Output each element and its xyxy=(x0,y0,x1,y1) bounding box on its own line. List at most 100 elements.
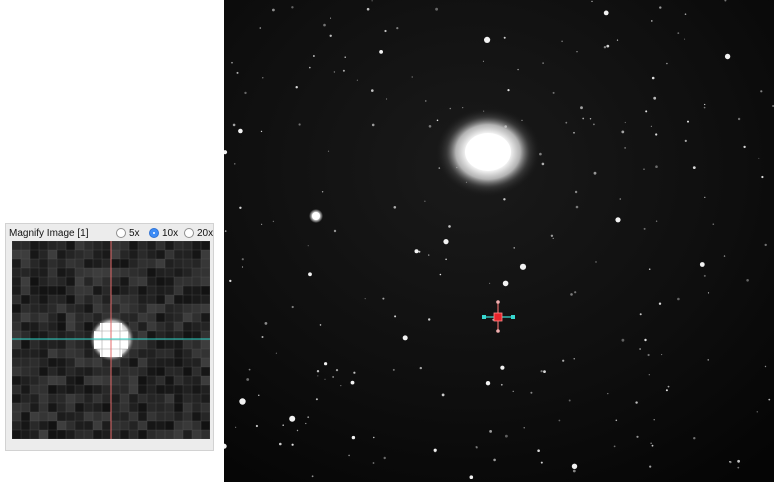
star xyxy=(425,100,427,102)
star xyxy=(316,370,320,373)
star xyxy=(692,166,696,170)
star xyxy=(436,119,439,122)
star xyxy=(272,8,275,12)
zoom-20x-label: 20x xyxy=(197,227,214,239)
star xyxy=(684,139,687,142)
star xyxy=(307,416,310,419)
star xyxy=(693,437,696,440)
star xyxy=(729,461,732,464)
star xyxy=(244,91,247,95)
star xyxy=(364,298,366,300)
star xyxy=(248,368,251,371)
star xyxy=(661,354,663,356)
star xyxy=(512,390,514,392)
star xyxy=(321,191,324,193)
star xyxy=(462,107,464,109)
star xyxy=(279,442,282,446)
star xyxy=(505,434,508,438)
star xyxy=(603,46,607,49)
sky-background xyxy=(224,0,774,482)
star xyxy=(758,157,760,159)
star xyxy=(373,436,375,439)
image-view[interactable] xyxy=(224,0,774,482)
star xyxy=(428,318,431,321)
star xyxy=(327,150,330,152)
star xyxy=(246,378,250,381)
star xyxy=(371,0,373,2)
zoom-5x-label: 5x xyxy=(129,227,140,239)
star xyxy=(589,118,592,120)
star xyxy=(424,200,426,202)
star xyxy=(482,60,484,62)
star xyxy=(443,239,449,245)
star xyxy=(272,220,275,223)
star xyxy=(658,302,662,305)
star xyxy=(647,353,650,357)
galaxy-core xyxy=(465,133,511,171)
star xyxy=(428,254,430,256)
star xyxy=(414,249,419,254)
star xyxy=(568,399,571,402)
star xyxy=(296,429,299,432)
star xyxy=(636,435,639,438)
star xyxy=(703,274,706,277)
star xyxy=(574,291,577,294)
zoom-5x-radio[interactable]: 5x xyxy=(116,227,140,239)
star xyxy=(764,243,767,247)
star xyxy=(593,123,595,126)
star xyxy=(517,68,519,71)
star xyxy=(519,263,527,270)
star xyxy=(666,62,668,65)
star xyxy=(308,272,312,277)
star xyxy=(344,56,346,58)
star xyxy=(232,123,236,127)
star xyxy=(260,130,263,133)
star xyxy=(298,123,301,126)
star xyxy=(351,435,356,440)
star xyxy=(737,466,740,469)
star xyxy=(651,20,653,22)
star xyxy=(651,76,655,80)
star xyxy=(761,175,764,179)
star xyxy=(264,322,268,325)
magnify-title: Magnify Image [1] xyxy=(9,228,89,239)
star xyxy=(643,168,645,170)
zoom-10x-radio[interactable]: 10x xyxy=(149,227,178,239)
star xyxy=(386,98,388,100)
star xyxy=(275,352,277,354)
star xyxy=(235,426,237,428)
star xyxy=(371,123,375,127)
star xyxy=(485,381,491,386)
star xyxy=(340,385,342,387)
star xyxy=(238,128,243,134)
star xyxy=(603,10,609,16)
magnified-image[interactable] xyxy=(12,241,210,439)
star xyxy=(333,229,337,233)
magnify-header: Magnify Image [1] 5x 10x 20x xyxy=(6,224,213,242)
zoom-10x-label: 10x xyxy=(162,227,179,239)
radio-selected-icon xyxy=(149,228,159,238)
star xyxy=(684,38,686,40)
star xyxy=(687,120,689,123)
star xyxy=(371,89,374,92)
magnify-panel: Magnify Image [1] 5x 10x 20x xyxy=(5,223,214,451)
star xyxy=(613,445,616,448)
star xyxy=(541,162,545,166)
star xyxy=(231,61,233,64)
star xyxy=(382,297,385,300)
star xyxy=(593,171,597,175)
star xyxy=(428,125,432,128)
radio-icon xyxy=(184,228,194,238)
star xyxy=(561,40,563,43)
star xyxy=(229,279,232,283)
star xyxy=(540,461,543,464)
star xyxy=(677,297,680,301)
star xyxy=(615,217,621,223)
star xyxy=(324,362,328,366)
zoom-20x-radio[interactable]: 20x xyxy=(184,227,213,239)
star xyxy=(484,36,491,44)
star xyxy=(307,245,309,247)
star xyxy=(255,424,258,428)
star xyxy=(224,230,227,232)
star xyxy=(241,266,244,268)
